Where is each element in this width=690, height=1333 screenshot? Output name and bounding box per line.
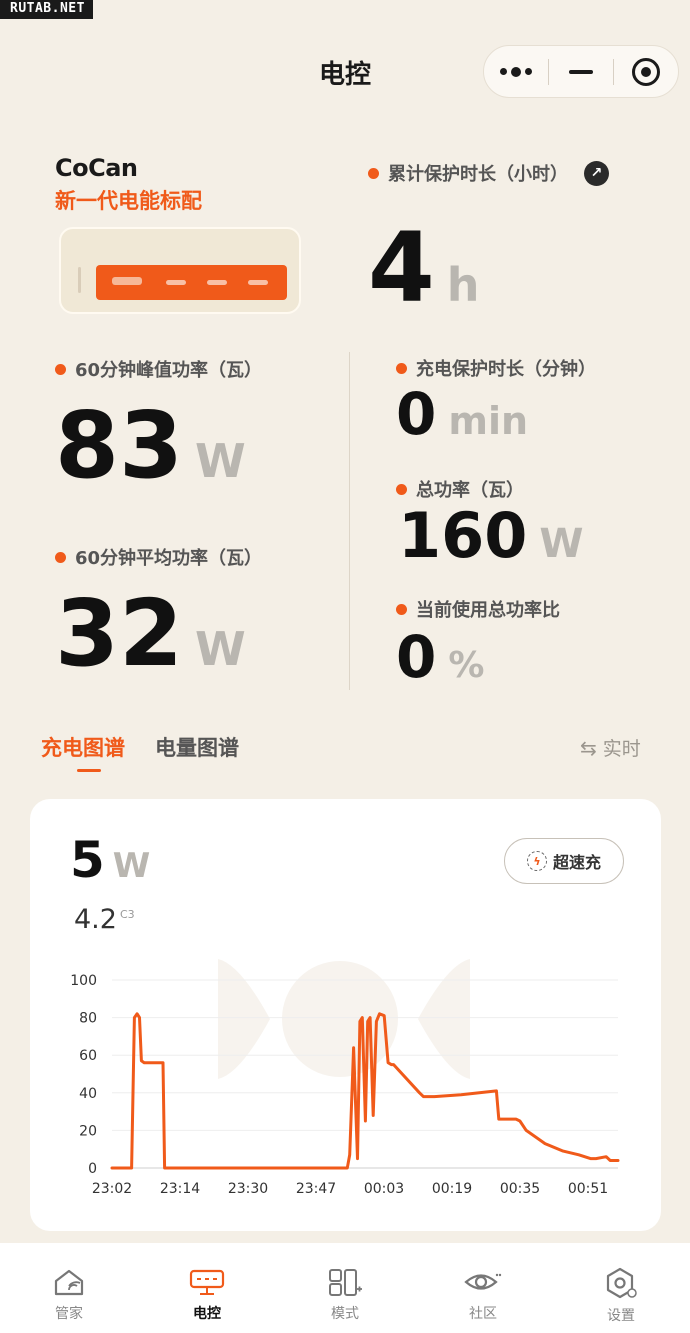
x-tick-label: 23:14 <box>160 1181 200 1197</box>
charge-protection-label: 充电保护时长（分钟） <box>396 355 596 381</box>
charge-protection-value: 0 min <box>396 380 529 448</box>
bullet-dot <box>396 362 407 374</box>
x-tick-label: 00:19 <box>432 1181 472 1197</box>
modes-icon <box>329 1269 362 1296</box>
tab-energy-chart[interactable]: 电量图谱 <box>155 732 239 762</box>
x-tick-label: 00:03 <box>364 1181 404 1197</box>
stats-divider <box>349 352 350 690</box>
x-tick-label: 23:02 <box>92 1181 132 1197</box>
y-tick-label: 20 <box>79 1123 97 1139</box>
tabbar-item-settings[interactable]: 设置 <box>552 1243 690 1333</box>
bullet-dot <box>55 363 66 375</box>
brand-name: CoCan <box>55 154 138 182</box>
brand-slogan: 新一代电能标配 <box>55 189 202 213</box>
y-tick-label: 0 <box>88 1161 97 1177</box>
bottom-tabbar: 管家 电控 模式 社区 设置 <box>0 1243 690 1333</box>
realtime-toggle[interactable]: ⇆ 实时 <box>580 734 641 761</box>
avg-power-label: 60分钟平均功率（瓦） <box>55 544 262 570</box>
more-dots-icon <box>500 66 532 77</box>
tabbar-item-community[interactable]: 社区 <box>414 1243 552 1333</box>
bullet-dot <box>396 483 407 495</box>
x-tick-label: 23:47 <box>296 1181 336 1197</box>
tabbar-item-power-control[interactable]: 电控 <box>138 1243 276 1333</box>
watermark-logo-shape <box>282 961 398 1077</box>
y-tick-label: 40 <box>79 1086 97 1102</box>
minimize-icon <box>569 69 593 74</box>
more-button[interactable] <box>484 46 548 97</box>
close-target-icon <box>632 57 660 86</box>
bullet-dot <box>396 603 407 615</box>
voltage-readout: 4.2 C3 <box>74 904 135 935</box>
y-tick-label: 100 <box>70 973 97 989</box>
peak-power-label: 60分钟峰值功率（瓦） <box>55 356 262 382</box>
chart-card: 0 20 40 60 80 100 23:02 23:14 23:30 23:47 00:03 00:… <box>30 799 661 1231</box>
swap-arrows-icon: ⇆ <box>580 735 597 760</box>
cumulative-protection-value: 4 h <box>368 212 480 324</box>
usage-ratio-label: 当前使用总功率比 <box>396 596 560 622</box>
total-power-value: 160 W <box>398 499 584 572</box>
close-button[interactable] <box>614 46 678 97</box>
bullet-dot <box>55 551 66 563</box>
x-tick-label: 00:51 <box>568 1181 608 1197</box>
mini-program-capsule <box>483 45 679 98</box>
y-tick-label: 80 <box>79 1011 97 1027</box>
watermark-logo-shape <box>418 959 470 1079</box>
power-strip-icon <box>189 1269 225 1295</box>
tab-charge-chart[interactable]: 充电图谱 <box>41 732 125 772</box>
cumulative-protection-label: 累计保护时长（小时） ↗ <box>368 160 609 186</box>
tabbar-item-modes[interactable]: 模式 <box>276 1243 414 1333</box>
usage-ratio-value: 0 % <box>396 623 485 691</box>
peak-power-value: 83 W <box>55 392 246 499</box>
x-tick-label: 23:30 <box>228 1181 268 1197</box>
device-slot-graphic <box>78 267 81 293</box>
y-tick-label: 60 <box>79 1048 97 1064</box>
turbo-charge-button[interactable]: ϟ 超速充 <box>504 838 624 884</box>
power-strip-graphic <box>96 265 287 300</box>
minimize-button[interactable] <box>549 46 613 97</box>
tabbar-item-home[interactable]: 管家 <box>0 1243 138 1333</box>
open-detail-arrow-icon[interactable]: ↗ <box>584 160 609 186</box>
watermark-tag: RUTAB.NET <box>0 0 93 19</box>
realtime-label: 实时 <box>602 738 641 760</box>
turbo-charge-icon: ϟ <box>526 851 547 871</box>
device-image <box>59 227 301 314</box>
home-icon <box>54 1269 84 1296</box>
watermark-logo-shape <box>218 959 270 1079</box>
x-tick-label: 00:35 <box>500 1181 540 1197</box>
bullet-dot <box>368 167 379 179</box>
current-power: 5 W <box>70 831 151 889</box>
avg-power-value: 32 W <box>55 580 246 687</box>
settings-icon <box>606 1267 637 1299</box>
chart-tabs: 充电图谱 电量图谱 <box>41 732 239 772</box>
eye-icon <box>464 1273 502 1290</box>
